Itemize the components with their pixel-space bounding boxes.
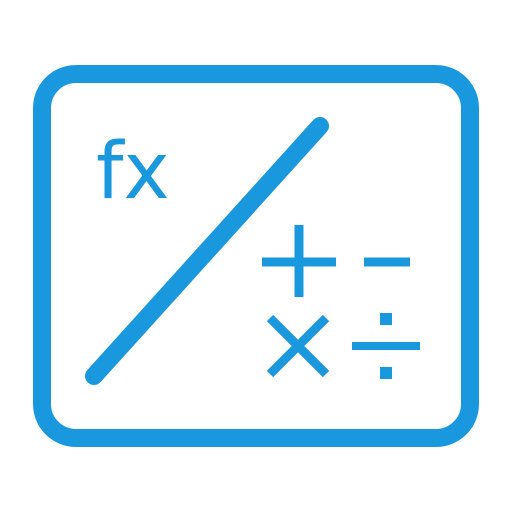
icon-canvas: fx (0, 0, 512, 512)
plus-icon (262, 225, 336, 297)
divide-icon (352, 313, 420, 379)
formula-icon: fx (33, 65, 479, 447)
multiply-icon (266, 314, 330, 378)
fx-label: fx (96, 127, 170, 217)
